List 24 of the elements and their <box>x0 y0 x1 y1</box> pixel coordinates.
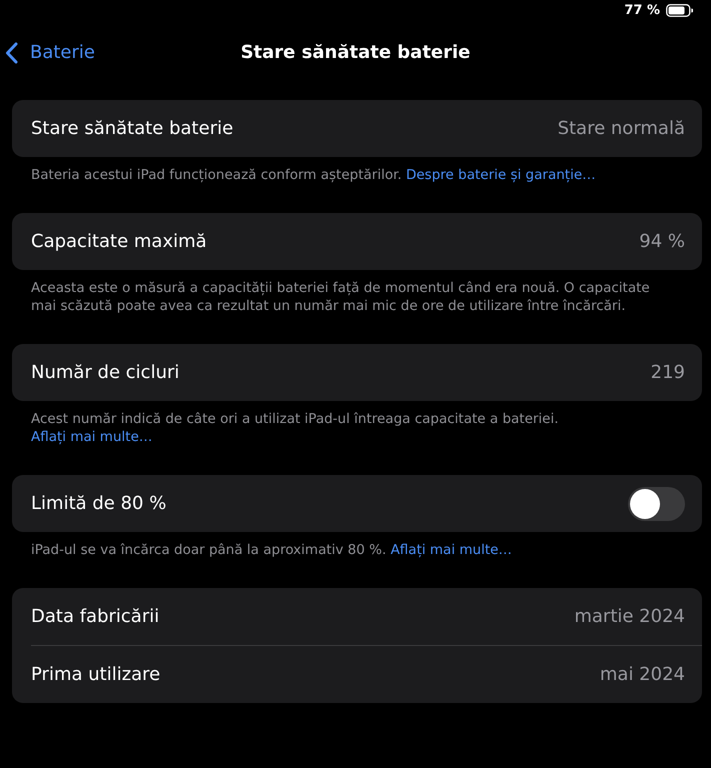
page-title: Stare sănătate baterie <box>240 42 470 63</box>
row-label: Prima utilizare <box>31 664 160 685</box>
info-link[interactable]: Aflați mai multe… <box>31 429 152 445</box>
toggle-switch[interactable] <box>628 486 685 520</box>
battery-icon <box>666 4 693 17</box>
row-value: mai 2024 <box>600 664 685 685</box>
footer-note: Bateria acestui iPad funcționează conform așteptărilor. <box>31 167 402 183</box>
footer-note: Aceasta este o măsură a capacității bateriei față de momentul când era nouă. O capacitate mai scăzută poate avea ca rezultat un număr mai mic de ore de utilizare între încărcări. <box>31 280 650 314</box>
row-label: Stare sănătate baterie <box>31 118 234 139</box>
back-button[interactable]: Baterie <box>5 42 95 64</box>
row-label: Capacitate maximă <box>31 231 207 252</box>
battery-percentage: 77 % <box>624 3 660 18</box>
row-value: martie 2024 <box>574 606 685 627</box>
info-link[interactable]: Aflați mai multe… <box>390 542 512 558</box>
row-value: Stare normală <box>558 118 685 139</box>
footer-note: Acest număr indică de câte ori a utilizat iPad-ul întreaga capacitate a bateriei. <box>31 411 559 427</box>
row-value: 219 <box>650 362 685 383</box>
row-value: 94 % <box>639 231 685 252</box>
row-label: Număr de cicluri <box>31 362 180 383</box>
footer-note: iPad-ul se va încărca doar până la aproximativ 80 %. <box>31 542 386 558</box>
row-label: Data fabricării <box>31 606 160 627</box>
chevron-left-icon <box>5 42 18 64</box>
info-link[interactable]: Despre baterie și garanție… <box>406 167 596 183</box>
row-label: Limită de 80 % <box>31 493 166 514</box>
